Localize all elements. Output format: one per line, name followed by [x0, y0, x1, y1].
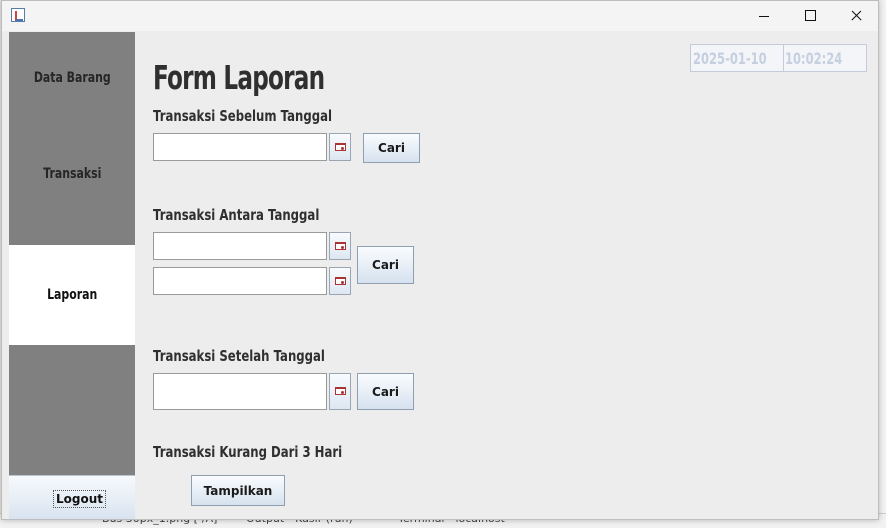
before-search-button[interactable]: Cari — [363, 133, 420, 163]
datetime-divider — [783, 45, 784, 71]
calendar-icon — [335, 277, 346, 285]
sidebar-item-transaksi[interactable]: Transaksi — [9, 124, 135, 224]
current-time: 10:02:24 — [785, 49, 843, 68]
sidebar-item-laporan[interactable]: Laporan — [9, 245, 135, 345]
logout-area: Logout — [9, 475, 135, 519]
after-search-button[interactable]: Cari — [357, 373, 414, 410]
between-search-button[interactable]: Cari — [357, 246, 414, 284]
between-from-calendar-button[interactable] — [329, 232, 351, 260]
before-calendar-button[interactable] — [329, 133, 351, 161]
sidebar-item-label: Transaksi — [42, 166, 102, 182]
section-recent-label: Transaksi Kurang Dari 3 Hari — [153, 443, 343, 461]
show-recent-button[interactable]: Tampilkan — [191, 475, 285, 506]
calendar-icon — [335, 387, 346, 395]
minimize-icon[interactable] — [741, 1, 787, 31]
after-calendar-button[interactable] — [329, 373, 351, 410]
section-between-label: Transaksi Antara Tanggal — [153, 206, 320, 224]
between-from-date-field[interactable] — [153, 232, 327, 260]
main-panel: 2025-01-10 10:02:24 Form Laporan Transak… — [135, 32, 878, 519]
section-after-label: Transaksi Setelah Tanggal — [153, 347, 325, 365]
after-date-field[interactable] — [153, 373, 327, 410]
datetime-display: 2025-01-10 10:02:24 — [690, 44, 867, 72]
logout-button[interactable]: Logout — [53, 490, 107, 508]
sidebar-item-data-barang[interactable]: Data Barang — [9, 32, 135, 124]
section-before-label: Transaksi Sebelum Tanggal — [153, 107, 333, 125]
current-date: 2025-01-10 — [693, 49, 767, 68]
app-window: Data Barang Transaksi Laporan Logout 202… — [1, 0, 879, 520]
java-cup-icon — [11, 8, 25, 22]
close-icon[interactable] — [833, 1, 878, 31]
sidebar-item-label: Data Barang — [33, 70, 111, 86]
page-title: Form Laporan — [153, 58, 325, 97]
calendar-icon — [335, 242, 346, 250]
sidebar: Data Barang Transaksi Laporan Logout — [9, 32, 135, 519]
between-to-calendar-button[interactable] — [329, 267, 351, 295]
sidebar-item-label: Laporan — [46, 287, 98, 303]
calendar-icon — [335, 143, 346, 151]
between-to-date-field[interactable] — [153, 267, 327, 295]
maximize-icon[interactable] — [787, 1, 833, 31]
title-bar — [2, 1, 878, 31]
before-date-field[interactable] — [153, 133, 327, 161]
